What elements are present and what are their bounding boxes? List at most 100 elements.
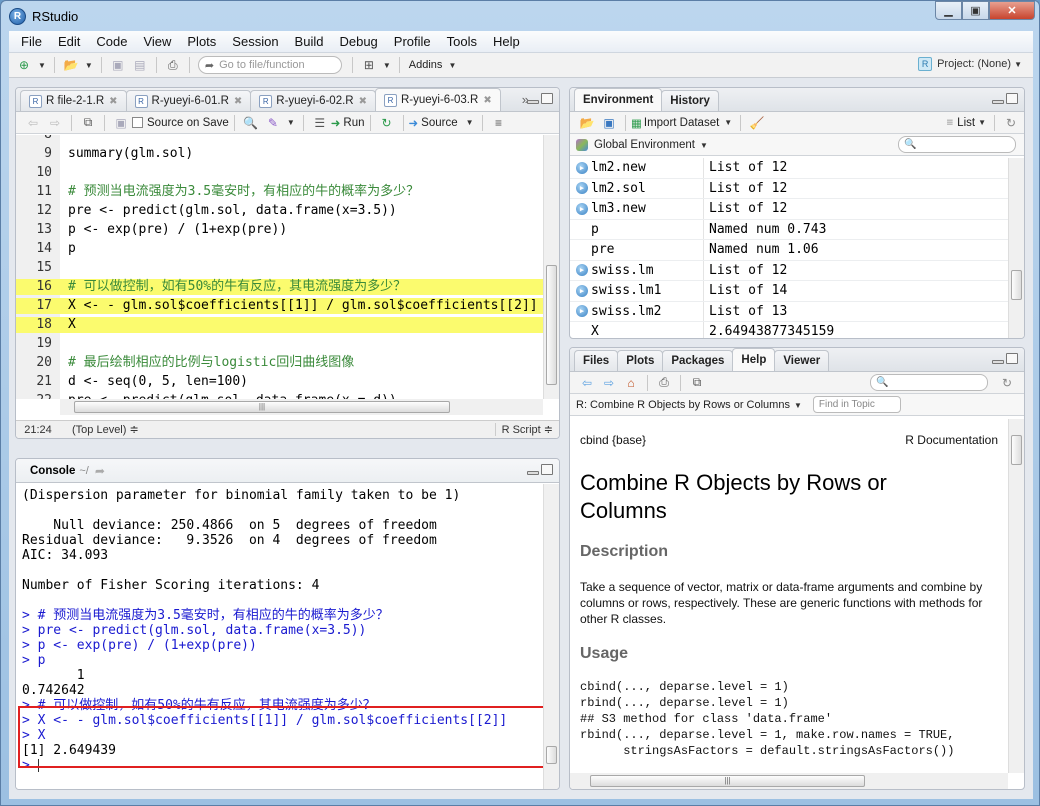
scope-selector[interactable]: (Top Level) ≑ (72, 423, 139, 436)
maximize-pane-icon[interactable] (541, 93, 553, 104)
environment-search-input[interactable]: 🔍 (898, 136, 1016, 153)
maximize-pane-icon[interactable] (541, 464, 553, 475)
open-recent-dropdown[interactable]: ▼ (85, 61, 93, 70)
menu-view[interactable]: View (135, 34, 179, 49)
tab-plots[interactable]: Plots (617, 350, 664, 371)
expand-icon[interactable]: ▶ (576, 182, 588, 195)
new-file-icon[interactable]: ⊕ (15, 57, 33, 73)
back-icon[interactable]: ⇦ (24, 115, 42, 131)
scroll-thumb[interactable] (1011, 435, 1022, 465)
menu-plots[interactable]: Plots (179, 34, 224, 49)
source-on-save-checkbox[interactable] (132, 117, 143, 128)
print-icon[interactable]: ⎙ (164, 57, 182, 73)
save-icon[interactable]: ▣ (109, 57, 127, 73)
code-editor[interactable]: 8 9 summary(glm.sol) 10 11 # 预测当电流强度为3.5毫安时，有… (16, 135, 543, 399)
forward-icon[interactable]: ⇨ (600, 375, 618, 391)
maximize-pane-icon[interactable] (1006, 353, 1018, 364)
editor-vscrollbar[interactable] (543, 135, 559, 399)
environment-scope-dropdown[interactable]: Global Environment ▼ (594, 139, 711, 151)
editor-hscrollbar[interactable]: ||| (60, 399, 543, 415)
pane-minmax[interactable] (527, 93, 553, 104)
addins-menu[interactable]: Addins ▼ (409, 59, 460, 71)
new-file-dropdown[interactable]: ▼ (38, 61, 46, 70)
tab-source-file[interactable]: R R-yueyi-6-01.R ✖ (125, 90, 252, 111)
pane-minmax[interactable] (992, 93, 1018, 104)
scroll-thumb[interactable] (1011, 270, 1022, 300)
minimize-pane-icon[interactable] (992, 100, 1004, 104)
help-search-input[interactable]: 🔍 (870, 374, 988, 391)
tab-files[interactable]: Files (574, 350, 619, 371)
expand-icon[interactable]: ▶ (576, 202, 588, 215)
tab-environment[interactable]: Environment (574, 88, 663, 111)
close-tab-icon[interactable]: ✖ (234, 96, 242, 107)
pane-minmax[interactable] (992, 353, 1018, 364)
expand-icon[interactable]: ▶ (576, 305, 588, 318)
outline-icon[interactable]: ≡ (490, 115, 508, 131)
environment-row[interactable]: ▶ swiss.lm2 List of 13 (570, 301, 1008, 322)
environment-row[interactable]: ▶ lm2.sol List of 12 (570, 178, 1008, 199)
environment-row[interactable]: ▶ swiss.lm List of 12 (570, 260, 1008, 281)
restore-button[interactable]: ▣ (962, 1, 989, 20)
forward-icon[interactable]: ⇨ (46, 115, 64, 131)
rerun-icon[interactable]: ↻ (378, 115, 396, 131)
console-vscrollbar[interactable] (543, 484, 559, 789)
environment-vscrollbar[interactable] (1008, 158, 1024, 338)
close-button[interactable]: ✕ (989, 1, 1035, 20)
expand-icon[interactable]: ▶ (576, 161, 588, 174)
show-in-window-icon[interactable]: ⧉ (688, 375, 706, 391)
import-dataset-button[interactable]: ▦ Import Dataset ▼ (631, 116, 735, 130)
pane-layout-icon[interactable]: ⊞ (360, 57, 378, 73)
tab-viewer[interactable]: Viewer (774, 350, 830, 371)
clear-workspace-broom-icon[interactable]: 🧹 (748, 115, 766, 131)
help-hscrollbar[interactable]: ||| (570, 773, 1008, 789)
minimize-pane-icon[interactable] (992, 360, 1004, 364)
hscroll-thumb[interactable]: ||| (74, 401, 450, 413)
hscroll-thumb[interactable]: ||| (590, 775, 865, 787)
close-tab-icon[interactable]: ✖ (359, 96, 367, 107)
scroll-thumb[interactable] (546, 746, 557, 764)
tab-source-file[interactable]: R R file-2-1.R ✖ (20, 90, 127, 111)
menu-code[interactable]: Code (88, 34, 135, 49)
menu-help[interactable]: Help (485, 34, 528, 49)
find-replace-icon[interactable]: 🔍 (242, 115, 260, 131)
environment-row[interactable]: ▶ lm3.new List of 12 (570, 199, 1008, 220)
open-file-icon[interactable]: 📂 (62, 57, 80, 73)
pane-layout-dropdown[interactable]: ▼ (383, 61, 391, 70)
menu-profile[interactable]: Profile (386, 34, 439, 49)
minimize-pane-icon[interactable] (527, 471, 539, 475)
minimize-button[interactable]: ▁ (935, 1, 962, 20)
go-to-dir-icon[interactable]: ➦ (95, 464, 105, 478)
environment-row[interactable]: X 2.64943877345159 (570, 322, 1008, 338)
refresh-icon[interactable]: ↻ (1002, 115, 1020, 131)
menu-build[interactable]: Build (287, 34, 332, 49)
source-button[interactable]: ➜ Source ▼ (409, 116, 477, 130)
help-topic-dropdown[interactable]: R: Combine R Objects by Rows or Columns ▼ (576, 399, 805, 411)
view-mode-dropdown[interactable]: ≡ List ▼ (946, 117, 989, 129)
menu-edit[interactable]: Edit (50, 34, 88, 49)
menu-tools[interactable]: Tools (439, 34, 485, 49)
refresh-icon[interactable]: ↻ (998, 375, 1016, 391)
minimize-pane-icon[interactable] (527, 100, 539, 104)
load-workspace-icon[interactable]: 📂 (578, 115, 596, 131)
save-workspace-icon[interactable]: ▣ (600, 115, 618, 131)
save-all-icon[interactable]: ▤ (131, 57, 149, 73)
back-icon[interactable]: ⇦ (578, 375, 596, 391)
scroll-thumb[interactable] (546, 265, 557, 385)
menu-session[interactable]: Session (224, 34, 286, 49)
menu-file[interactable]: File (13, 34, 50, 49)
home-icon[interactable]: ⌂ (622, 375, 640, 391)
help-vscrollbar[interactable] (1008, 419, 1024, 773)
save-icon[interactable]: ▣ (112, 115, 130, 131)
goto-file-input[interactable]: ➦ Go to file/function (197, 56, 342, 74)
project-menu[interactable]: R Project: (None) ▼ (918, 57, 1025, 71)
run-button[interactable]: ➜ Run (331, 116, 365, 130)
expand-icon[interactable]: ▶ (576, 264, 588, 277)
print-icon[interactable]: ⎙ (655, 375, 673, 391)
tab-history[interactable]: History (661, 90, 719, 111)
pane-minmax[interactable] (527, 464, 553, 475)
code-tools-icon[interactable]: ✎ (264, 115, 282, 131)
close-tab-icon[interactable]: ✖ (483, 95, 491, 106)
tab-help[interactable]: Help (732, 348, 776, 371)
tab-source-file[interactable]: R R-yueyi-6-02.R ✖ (250, 90, 376, 111)
expand-icon[interactable]: ▶ (576, 284, 588, 297)
